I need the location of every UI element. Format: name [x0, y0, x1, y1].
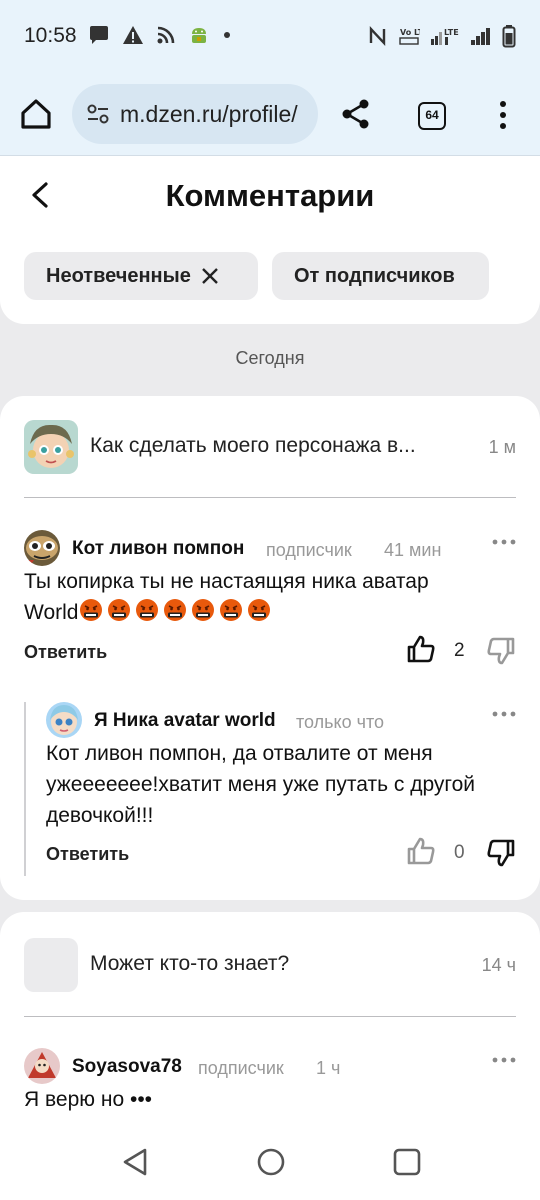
comment-time: 41 мин	[384, 540, 442, 560]
home-nav-icon[interactable]	[256, 1146, 286, 1178]
subscriber-badge: подписчик	[266, 540, 352, 560]
volte-icon: Vo LTE	[399, 28, 420, 45]
comment-author[interactable]: Soyasova78	[72, 1056, 182, 1078]
system-nav-bar	[0, 1128, 540, 1200]
avatar[interactable]	[24, 530, 60, 566]
like-count: 0	[454, 842, 465, 863]
divider	[24, 497, 516, 498]
post-card: Может кто-то знает? 14 ч Soyasova78 подп…	[0, 912, 540, 1152]
comment-time: 1 ч	[316, 1058, 341, 1078]
post-thumbnail	[24, 938, 78, 992]
reply-thread-line	[24, 702, 26, 876]
angry-face-emoji-icon	[192, 599, 215, 621]
post-thumbnail	[24, 420, 78, 474]
nfc-icon	[369, 25, 386, 47]
close-icon[interactable]	[201, 267, 219, 285]
share-icon[interactable]	[340, 98, 372, 130]
angry-face-emoji-icon	[220, 599, 243, 621]
page-title: Комментарии	[165, 178, 375, 213]
browser-toolbar: m.dzen.ru/profile/ 64	[0, 72, 540, 156]
reply-button[interactable]: Ответить	[24, 642, 107, 663]
post-card: Как сделать моего персонажа в... 1 м Кот…	[0, 396, 540, 900]
more-icon[interactable]	[492, 538, 516, 546]
post-header[interactable]: Может кто-то знает? 14 ч	[24, 938, 516, 992]
address-bar[interactable]: m.dzen.ru/profile/	[72, 84, 318, 144]
thumbs-up-icon[interactable]	[406, 836, 436, 866]
post-time: 1 м	[488, 437, 516, 457]
status-time: 10:58	[24, 24, 77, 47]
post-title: Как сделать моего персонажа в...	[90, 434, 416, 457]
angry-face-emoji-icon	[164, 599, 187, 621]
filter-chip-label: Неотвеченные	[46, 264, 191, 287]
site-settings-icon[interactable]	[86, 103, 110, 125]
more-icon[interactable]	[492, 1056, 516, 1064]
home-icon[interactable]	[18, 96, 54, 132]
emoji-group	[79, 598, 271, 622]
avatar[interactable]	[46, 702, 82, 738]
header-card: Комментарии Неотвеченные От подписчиков	[0, 156, 540, 324]
comment-author[interactable]: Я Ника avatar world	[94, 710, 276, 732]
warning-icon	[123, 26, 143, 44]
angry-face-emoji-icon	[80, 599, 103, 621]
post-title: Может кто-то знает?	[90, 952, 290, 975]
url-text: m.dzen.ru/profile/	[120, 101, 298, 127]
svg-text:Vo LTE: Vo LTE	[400, 28, 420, 37]
comment: Кот ливон помпон подписчик 41 мин Ты коп…	[24, 530, 516, 670]
reply-button[interactable]: Ответить	[46, 844, 129, 865]
more-icon[interactable]	[492, 710, 516, 718]
post-time: 14 ч	[481, 955, 516, 975]
subscriber-badge: подписчик	[198, 1058, 284, 1078]
angry-face-emoji-icon	[248, 599, 271, 621]
signal-lte-icon: LTE	[431, 28, 459, 45]
tabs-button[interactable]: 64	[418, 102, 446, 130]
like-count: 2	[454, 640, 465, 661]
svg-text:LTE: LTE	[444, 28, 459, 37]
comment-reply: Я Ника avatar world только что Кот ливон…	[46, 702, 516, 872]
chat-bubble-icon	[90, 26, 108, 44]
angry-face-emoji-icon	[136, 599, 159, 621]
status-bar: 10:58 Vo LTE LTE	[0, 0, 540, 72]
filter-chip-unanswered[interactable]: Неотвеченные	[24, 252, 258, 300]
battery-icon	[502, 25, 516, 48]
angry-face-emoji-icon	[108, 599, 131, 621]
comment-text: Ты копирка ты не настаящяя ника аватар W…	[24, 570, 429, 624]
date-separator: Сегодня	[235, 348, 305, 368]
dot-icon	[224, 32, 230, 38]
comment: Soyasova78 подписчик 1 ч Я верю но •••	[24, 1048, 516, 1128]
filter-chip-from-subscribers[interactable]: От подписчиков	[272, 252, 489, 300]
thumbs-down-icon[interactable]	[486, 636, 516, 666]
comment-text: Кот ливон помпон, да отвалите от меня уж…	[46, 742, 476, 827]
post-header[interactable]: Как сделать моего персонажа в... 1 м	[24, 420, 516, 474]
thumbs-up-icon[interactable]	[406, 634, 436, 664]
comment-time: только что	[296, 712, 385, 732]
signal-icon	[471, 28, 490, 45]
divider	[24, 1016, 516, 1017]
rss-icon	[157, 26, 175, 44]
thumbs-down-icon[interactable]	[486, 838, 516, 868]
back-nav-icon[interactable]	[120, 1146, 150, 1178]
recents-nav-icon[interactable]	[392, 1146, 422, 1178]
comment-author[interactable]: Кот ливон помпон	[72, 538, 244, 560]
overflow-menu-icon[interactable]	[496, 100, 510, 130]
filter-chip-label: От подписчиков	[294, 264, 455, 287]
avatar[interactable]	[24, 1048, 60, 1084]
comment-text: Я верю но •••	[24, 1088, 153, 1111]
android-icon	[192, 28, 206, 43]
